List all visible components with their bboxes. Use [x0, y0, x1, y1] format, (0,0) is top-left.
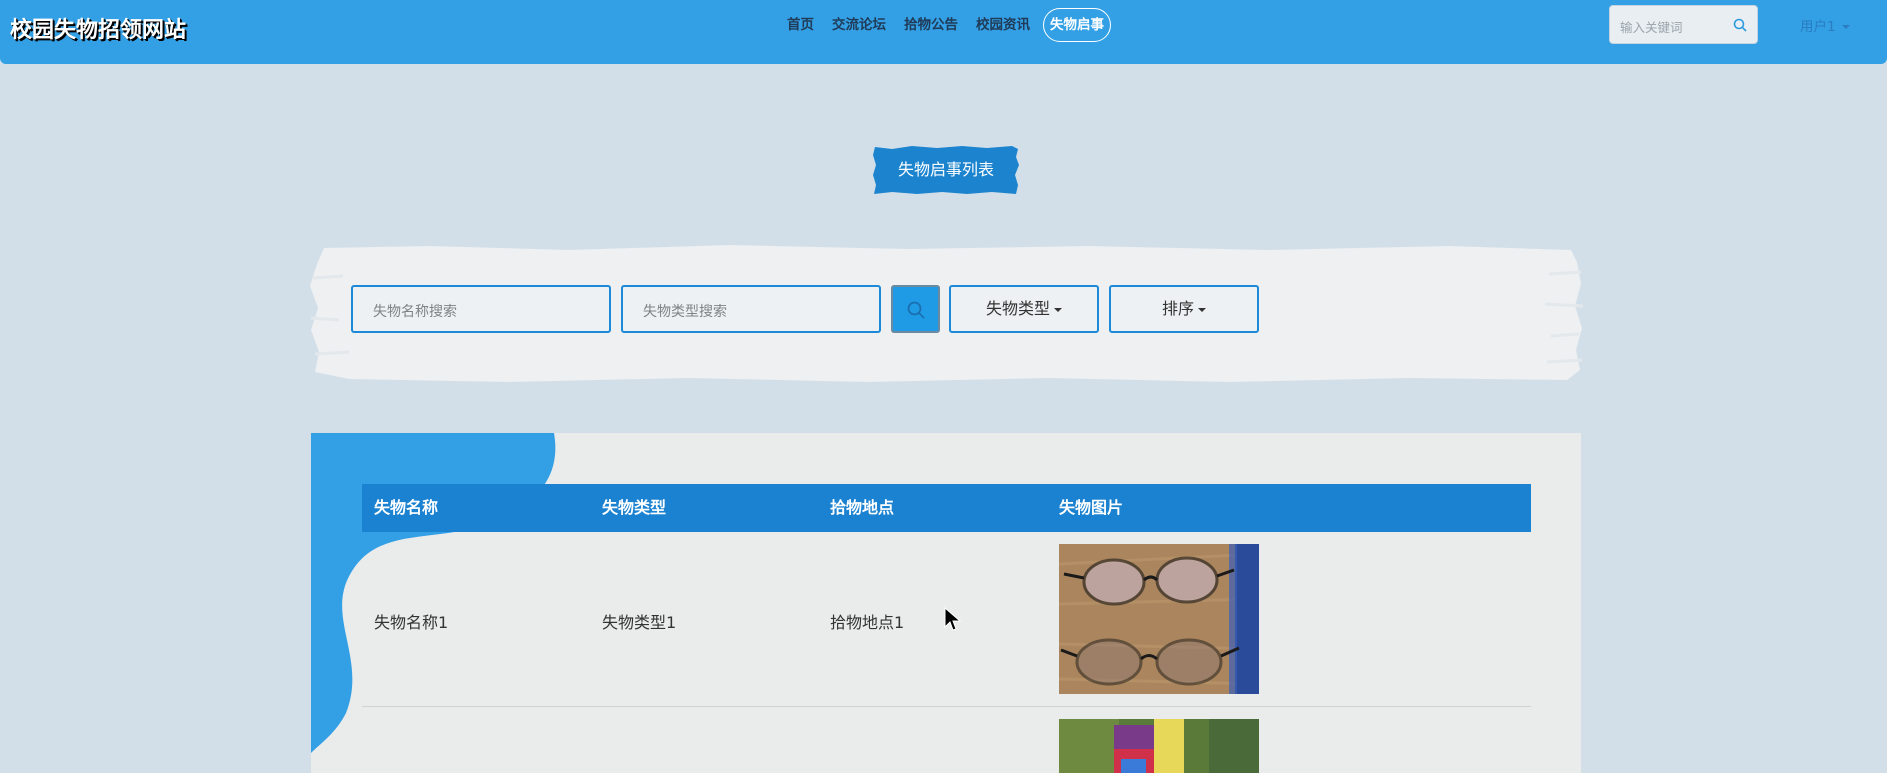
lost-name-search-input[interactable]: 失物名称搜索 — [351, 285, 611, 333]
lost-name-search-placeholder[interactable]: 失物名称搜索 — [373, 301, 457, 321]
column-header-name[interactable]: 失物名称 — [374, 484, 438, 532]
caret-down-icon — [1054, 307, 1062, 312]
cell-pickup-location[interactable]: 拾物地点1 — [830, 609, 904, 633]
page-title: 失物启事列表 — [897, 160, 994, 179]
filter-search-button[interactable] — [891, 285, 940, 333]
user-menu[interactable]: 用户1 — [1800, 15, 1850, 35]
page-heading-banner: 失物启事列表 — [872, 145, 1020, 195]
nav-item-home[interactable]: 首页 — [778, 8, 823, 42]
site-logo-title[interactable]: 校园失物招领网站 — [10, 12, 186, 44]
column-header-type[interactable]: 失物类型 — [602, 484, 666, 532]
search-icon — [907, 301, 925, 319]
cell-lost-type[interactable]: 失物类型1 — [602, 609, 676, 633]
lost-items-table-card: 失物名称 失物类型 拾物地点 失物图片 失物名称1 失物类型1 拾物地点1 — [311, 433, 1581, 773]
table-header-row: 失物名称 失物类型 拾物地点 失物图片 — [362, 484, 1531, 532]
lost-type-dropdown[interactable]: 失物类型 — [949, 285, 1099, 333]
column-header-location[interactable]: 拾物地点 — [830, 484, 894, 532]
search-icon[interactable] — [1733, 17, 1747, 36]
nav-item-lost-notices[interactable]: 失物启事 — [1043, 8, 1111, 42]
sort-dropdown[interactable]: 排序 — [1109, 285, 1259, 333]
caret-down-icon — [1198, 307, 1206, 312]
user-label[interactable]: 用户1 — [1800, 19, 1836, 35]
lost-type-dropdown-label[interactable]: 失物类型 — [986, 299, 1050, 318]
row-divider — [362, 706, 1531, 707]
cell-lost-name[interactable]: 失物名称1 — [374, 609, 448, 633]
lost-type-search-placeholder[interactable]: 失物类型搜索 — [643, 301, 727, 321]
lost-type-search-input[interactable]: 失物类型搜索 — [621, 285, 881, 333]
lost-item-photo-eyeglasses[interactable] — [1059, 544, 1259, 694]
nav-item-forum[interactable]: 交流论坛 — [823, 8, 895, 42]
column-header-image[interactable]: 失物图片 — [1059, 484, 1123, 532]
mouse-cursor-icon — [944, 607, 962, 631]
lost-item-photo-cup[interactable] — [1059, 719, 1259, 773]
header-search-box[interactable]: 输入关键词 — [1609, 5, 1758, 44]
nav-item-found-notices[interactable]: 拾物公告 — [895, 8, 967, 42]
header-search-placeholder[interactable]: 输入关键词 — [1620, 17, 1683, 36]
top-navbar: 校园失物招领网站 首页 交流论坛 拾物公告 校园资讯 失物启事 输入关键词 用户… — [0, 0, 1887, 64]
caret-down-icon — [1841, 25, 1850, 29]
main-nav: 首页 交流论坛 拾物公告 校园资讯 失物启事 — [778, 8, 1111, 42]
sort-dropdown-label[interactable]: 排序 — [1162, 299, 1194, 318]
nav-item-campus-news[interactable]: 校园资讯 — [967, 8, 1039, 42]
